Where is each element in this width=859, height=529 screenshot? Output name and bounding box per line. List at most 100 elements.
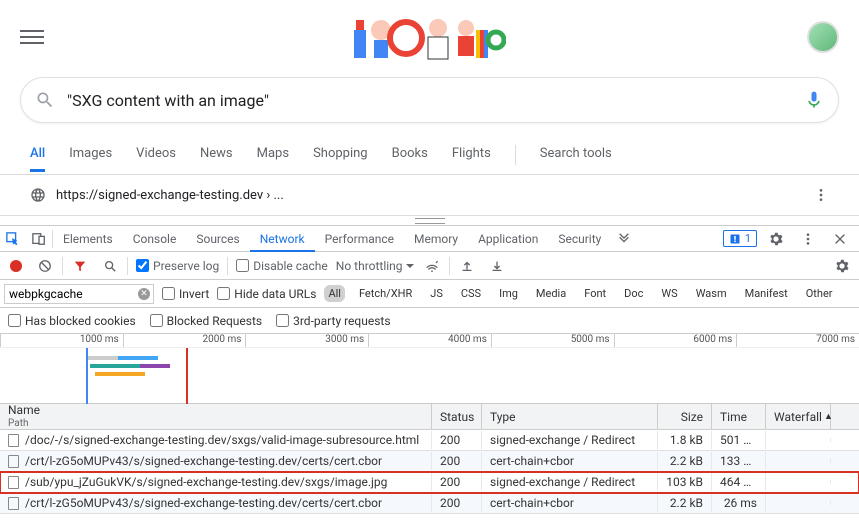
search-bar[interactable] (20, 77, 839, 123)
tab-memory[interactable]: Memory (404, 226, 468, 252)
devtools-drag-handle[interactable] (0, 215, 859, 225)
tab-console[interactable]: Console (123, 226, 187, 252)
col-status[interactable]: Status (432, 404, 482, 429)
tab-shopping[interactable]: Shopping (313, 138, 368, 172)
hamburger-menu[interactable] (20, 25, 44, 49)
tab-books[interactable]: Books (392, 138, 428, 172)
col-time[interactable]: Time (712, 404, 766, 429)
request-waterfall (766, 438, 831, 442)
filter-fetch[interactable]: Fetch/XHR (355, 285, 416, 302)
download-har-icon[interactable] (484, 253, 510, 279)
upload-har-icon[interactable] (454, 253, 480, 279)
request-type: signed-exchange / Redirect (482, 473, 658, 491)
network-timeline[interactable]: 1000 ms 2000 ms 3000 ms 4000 ms 5000 ms … (0, 334, 859, 404)
inspect-element-icon[interactable] (0, 226, 26, 252)
filter-font[interactable]: Font (580, 285, 610, 302)
tab-videos[interactable]: Videos (136, 138, 176, 172)
devtools-menu-icon[interactable] (795, 226, 821, 252)
user-avatar[interactable] (807, 21, 839, 53)
request-size: 1.8 kB (658, 431, 712, 449)
filter-other[interactable]: Other (802, 285, 837, 302)
device-toolbar-icon[interactable] (26, 226, 52, 252)
tab-application[interactable]: Application (468, 226, 548, 252)
google-doodle[interactable] (44, 10, 807, 64)
search-input[interactable] (67, 91, 792, 110)
tab-maps[interactable]: Maps (257, 138, 289, 172)
search-result[interactable]: https://signed-exchange-testing.dev › ..… (0, 175, 859, 215)
devtools-panel: Elements Console Sources Network Perform… (0, 225, 859, 514)
tab-sources[interactable]: Sources (186, 226, 249, 252)
file-icon (8, 497, 19, 510)
col-name[interactable]: NamePath (0, 404, 432, 429)
invert-checkbox[interactable]: Invert (162, 287, 209, 301)
filter-img[interactable]: Img (495, 285, 522, 302)
request-type: signed-exchange / Redirect (482, 431, 658, 449)
table-row[interactable]: /sub/ypu_jZuGukVK/s/signed-exchange-test… (0, 472, 859, 493)
filter-icon[interactable] (67, 253, 93, 279)
table-row[interactable]: /crt/l-zG5oMUPv43/s/signed-exchange-test… (0, 451, 859, 472)
filter-doc[interactable]: Doc (620, 285, 647, 302)
col-waterfall[interactable]: Waterfall▲ (766, 404, 831, 429)
mic-icon[interactable] (804, 90, 824, 110)
tab-network[interactable]: Network (250, 226, 315, 252)
network-settings-icon[interactable] (829, 253, 855, 279)
request-time: 501 ms (712, 431, 766, 449)
filter-media[interactable]: Media (532, 285, 570, 302)
network-table-body: /doc/-/s/signed-exchange-testing.dev/sxg… (0, 430, 859, 514)
tab-news[interactable]: News (200, 138, 233, 172)
filter-clear-icon[interactable]: ✕ (138, 288, 150, 300)
request-status: 200 (432, 452, 482, 470)
request-status: 200 (432, 473, 482, 491)
file-icon (8, 476, 19, 489)
filter-js[interactable]: JS (426, 285, 447, 302)
request-type: cert-chain+cbor (482, 452, 658, 470)
devtools-header: Elements Console Sources Network Perform… (0, 226, 859, 252)
hide-data-urls-checkbox[interactable]: Hide data URLs (217, 287, 316, 301)
preserve-log-checkbox[interactable]: Preserve log (136, 259, 219, 273)
filter-all[interactable]: All (324, 285, 345, 302)
result-url: https://signed-exchange-testing.dev › ..… (56, 188, 813, 203)
col-type[interactable]: Type (482, 404, 658, 429)
request-size: 103 kB (658, 473, 712, 491)
throttling-select[interactable]: No throttling (336, 259, 415, 273)
table-row[interactable]: /crt/l-zG5oMUPv43/s/signed-exchange-test… (0, 493, 859, 514)
request-time: 26 ms (712, 494, 766, 512)
issues-badge[interactable]: 1 (723, 230, 757, 247)
tab-all[interactable]: All (30, 138, 45, 172)
tab-performance[interactable]: Performance (315, 226, 404, 252)
search-tools[interactable]: Search tools (540, 138, 612, 172)
clear-icon[interactable] (32, 253, 58, 279)
devtools-tabs: Elements Console Sources Network Perform… (53, 226, 723, 252)
request-path: /sub/ypu_jZuGukVK/s/signed-exchange-test… (25, 475, 387, 489)
request-time: 133 ms (712, 452, 766, 470)
tab-security[interactable]: Security (548, 226, 611, 252)
tab-flights[interactable]: Flights (452, 138, 491, 172)
google-search-area: All Images Videos News Maps Shopping Boo… (0, 0, 859, 215)
result-more-icon[interactable] (813, 187, 829, 203)
disable-cache-checkbox[interactable]: Disable cache (236, 259, 328, 273)
request-size: 2.2 kB (658, 494, 712, 512)
settings-icon[interactable] (763, 226, 789, 252)
table-row[interactable]: /doc/-/s/signed-exchange-testing.dev/sxg… (0, 430, 859, 451)
filter-types: All Fetch/XHR JS CSS Img Media Font Doc … (324, 285, 836, 302)
record-button[interactable] (10, 260, 22, 272)
tab-images[interactable]: Images (69, 138, 112, 172)
filter-input[interactable] (4, 284, 154, 304)
filter-manifest[interactable]: Manifest (741, 285, 792, 302)
devtools-close-icon[interactable] (827, 226, 853, 252)
filter-bar-extra: Has blocked cookies Blocked Requests 3rd… (0, 308, 859, 334)
request-status: 200 (432, 494, 482, 512)
filter-css[interactable]: CSS (457, 285, 485, 302)
more-tabs-icon[interactable] (611, 226, 637, 252)
filter-ws[interactable]: WS (657, 285, 681, 302)
has-blocked-cookies-checkbox[interactable]: Has blocked cookies (8, 314, 136, 328)
tab-elements[interactable]: Elements (53, 226, 123, 252)
search-icon-toolbar[interactable] (97, 253, 123, 279)
filter-wasm[interactable]: Wasm (692, 285, 731, 302)
search-tabs: All Images Videos News Maps Shopping Boo… (0, 135, 859, 175)
request-size: 2.2 kB (658, 452, 712, 470)
third-party-checkbox[interactable]: 3rd-party requests (276, 314, 390, 328)
network-conditions-icon[interactable] (419, 253, 445, 279)
blocked-requests-checkbox[interactable]: Blocked Requests (150, 314, 262, 328)
col-size[interactable]: Size (658, 404, 712, 429)
